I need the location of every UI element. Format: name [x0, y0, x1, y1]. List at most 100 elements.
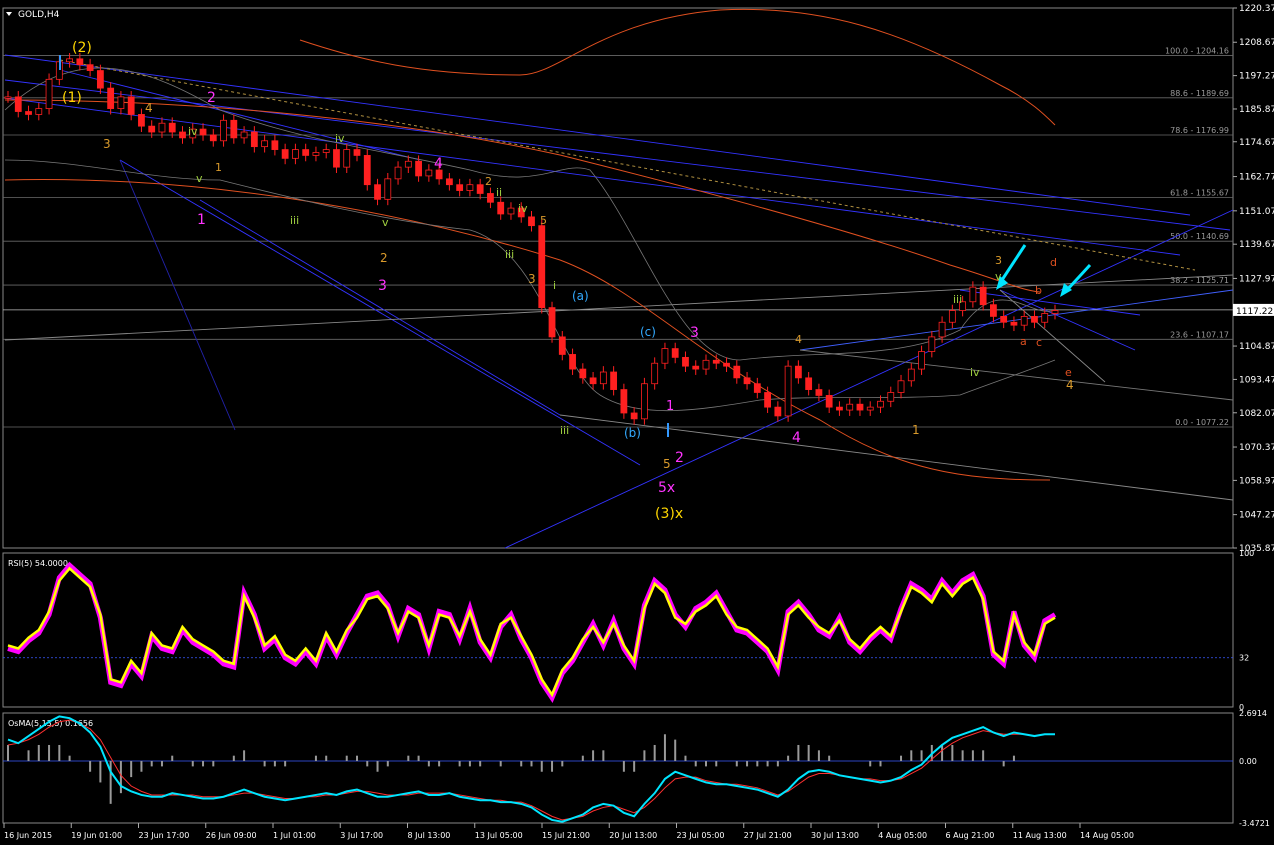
wave-label: 5 — [663, 457, 671, 471]
x-tick-label: 14 Aug 05:00 — [1080, 831, 1134, 840]
ma-upper-curve — [299, 8, 1056, 126]
wave-label: a — [1020, 335, 1027, 348]
trend-line — [999, 289, 1106, 383]
x-tick-label: 15 Jul 21:00 — [542, 831, 590, 840]
wave-label: (3)x — [655, 506, 683, 522]
candle-body — [1010, 321, 1018, 326]
candle-body — [784, 365, 792, 417]
candle-body — [548, 307, 556, 338]
wave-label: 4 — [145, 101, 153, 115]
wave-label: iv — [970, 366, 980, 379]
y-tick-label: 1104.87 — [1239, 342, 1274, 352]
candle-body — [209, 134, 217, 142]
y-tick-label: 1139.67 — [1239, 240, 1274, 250]
osma-signal-line — [7, 719, 1055, 821]
chart-title: GOLD,H4 — [18, 10, 60, 20]
candle-body — [404, 160, 412, 168]
current-price-label: 1117.22 — [1236, 307, 1273, 317]
candle-body — [836, 406, 843, 411]
candle-body — [148, 125, 156, 133]
wave-label: b — [1035, 284, 1042, 297]
candle-body — [240, 131, 248, 139]
wave-label: 4 — [434, 156, 443, 172]
osma-y-tick: -3.4721 — [1239, 819, 1270, 828]
osma-pane-frame — [2, 712, 1234, 824]
wave-label: c — [1036, 336, 1042, 349]
x-tick-label: 19 Jun 01:00 — [71, 831, 122, 840]
x-tick-label: 16 Jun 2015 — [4, 831, 52, 840]
wave-label: 2 — [380, 251, 388, 265]
wave-label: iii — [505, 248, 514, 261]
wave-label: 5 — [540, 214, 547, 227]
candle-body — [322, 149, 330, 153]
candle-body — [671, 348, 679, 358]
candle-body — [692, 365, 700, 370]
candle-body — [805, 377, 813, 390]
candle-body — [199, 128, 207, 136]
wave-label: 3 — [103, 137, 111, 151]
candle-body — [168, 122, 176, 133]
y-tick-label: 1174.67 — [1239, 138, 1274, 148]
candle-body — [579, 368, 587, 379]
wave-label: 2 — [207, 90, 216, 106]
candle-body — [66, 58, 73, 63]
y-tick-label: 1185.87 — [1239, 105, 1274, 115]
candle-body — [333, 149, 340, 168]
candle-body — [764, 392, 771, 408]
candle-body — [4, 96, 12, 99]
candle-body — [445, 178, 453, 186]
wave-label: e — [1065, 366, 1072, 379]
rsi-y-tick: 32 — [1239, 654, 1249, 663]
candle-body — [641, 383, 648, 420]
candle-body — [948, 310, 956, 323]
candle-body — [1020, 315, 1028, 326]
candle-body — [250, 131, 258, 148]
wave-label: 5x — [658, 480, 675, 496]
candle-body — [794, 365, 802, 379]
fib-level-label: 78.6 - 1176.99 — [1170, 126, 1229, 135]
fib-level-label: 0.0 - 1077.22 — [1175, 418, 1229, 427]
candle-body — [466, 184, 474, 191]
wave-label: iii — [953, 293, 962, 306]
y-tick-label: 1070.37 — [1239, 443, 1274, 453]
x-tick-label: 30 Jul 13:00 — [811, 831, 859, 840]
fib-level-label: 38.2 - 1125.71 — [1170, 276, 1229, 285]
wave-label: iv — [335, 132, 345, 145]
candle-body — [1031, 315, 1038, 323]
candle-body — [928, 336, 936, 352]
candle-body — [630, 412, 638, 420]
candle-body — [682, 356, 689, 367]
wave-label: 3 — [690, 325, 699, 341]
candle-body — [415, 160, 422, 177]
wave-label: 1 — [215, 161, 222, 174]
candle-body — [620, 389, 628, 414]
candle-body — [774, 406, 782, 417]
candle-body — [384, 178, 392, 200]
fib-level-label: 50.0 - 1140.69 — [1170, 232, 1229, 241]
candle-body — [856, 403, 864, 411]
candle-body — [887, 392, 895, 402]
wave-label: 3 — [528, 272, 536, 286]
wave-label: v — [382, 216, 389, 229]
candle-body — [343, 149, 351, 168]
fib-level-label: 23.6 - 1107.17 — [1170, 330, 1229, 339]
candle-body — [733, 365, 741, 379]
y-tick-label: 1047.27 — [1239, 511, 1274, 521]
candle-body — [866, 406, 874, 411]
wave-label: 4 — [792, 430, 801, 446]
fib-level-label: 61.8 - 1155.67 — [1170, 188, 1229, 197]
y-tick-label: 1093.47 — [1239, 375, 1274, 385]
wave-label: 1 — [666, 399, 674, 414]
candle-body — [825, 395, 833, 408]
wave-label: v — [196, 172, 203, 185]
candle-body — [1051, 310, 1059, 314]
candle-body — [45, 78, 53, 109]
candle-body — [846, 403, 854, 411]
x-tick-label: 23 Jul 05:00 — [677, 831, 725, 840]
x-tick-label: 8 Jul 13:00 — [408, 831, 451, 840]
x-tick-label: 26 Jun 09:00 — [206, 831, 257, 840]
candle-body — [651, 362, 659, 385]
candle-body — [897, 380, 905, 393]
osma-y-tick: 0.00 — [1239, 757, 1257, 766]
x-tick-label: 11 Aug 13:00 — [1013, 831, 1067, 840]
